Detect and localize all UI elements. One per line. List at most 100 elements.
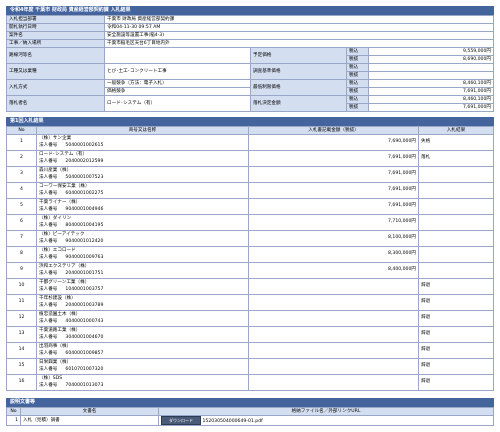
bidder-amount <box>248 374 419 391</box>
bidder-no: 2 <box>6 150 37 167</box>
bidder-no: 12 <box>6 310 37 327</box>
date-label: 開札執行日時 <box>6 23 105 32</box>
corp-number: 2040001003789 <box>65 302 104 308</box>
bidder-result: 辞退 <box>418 310 494 327</box>
bidder-row: 16 （株）SDS 法人番号 7040001013073 辞退 <box>6 374 494 391</box>
col-result-header: 入札結果 <box>418 126 494 135</box>
corp-label: 法人番号 <box>39 350 58 356</box>
bidder-corp-line: 法人番号 9040001009763 <box>39 255 246 262</box>
bidder-corp-line: 法人番号 9040001012420 <box>39 239 246 246</box>
yotei-label: 予定価格 <box>250 47 347 64</box>
case-info-table: 入札担当部署 千葉市 財政局 資産経営部契約課 開札執行日時 令和04-11-3… <box>6 15 494 112</box>
bidder-name-cell: （株）サン企業 法人番号 5040001002615 <box>36 134 249 151</box>
bidder-row: 11 千年杉建設（株） 法人番号 2040001003789 辞退 <box>6 294 494 311</box>
bidder-no: 16 <box>6 374 37 391</box>
bidder-amount <box>248 294 419 311</box>
method-value-2: 価格競争 <box>104 87 251 96</box>
bidder-name-cell: （株）エコロード 法人番号 9040001009763 <box>36 246 249 263</box>
survey-tax-in <box>368 63 494 72</box>
corp-number: 9040001004946 <box>65 206 104 212</box>
corp-label: 法人番号 <box>39 206 58 212</box>
doc-file-link[interactable]: 152030504000649-01.pdf <box>202 419 262 424</box>
bidder-result: 辞退 <box>418 278 494 295</box>
bidder-row: 6 （株）ダイリン 法人番号 8040001004195 7,710,000円 <box>6 214 494 231</box>
yotei-tax-ex: 8,690,000円 <box>368 55 494 64</box>
docs-table: No 文書名 格納ファイル名／外部リンクURL 1 入札（見積）調書 ダウンロー… <box>6 407 494 426</box>
corp-number: 2040001001751 <box>65 270 104 276</box>
docs-title: 説明文書等 <box>6 398 494 407</box>
bidder-result <box>418 198 494 215</box>
bidder-result: 辞退 <box>418 326 494 343</box>
corp-number: 9040001012420 <box>65 238 104 244</box>
bidder-corp-line: 法人番号 6040001002275 <box>39 191 246 198</box>
bidder-no: 1 <box>6 134 37 151</box>
bidder-name-cell: 森川産業（株） 法人番号 5040001007523 <box>36 166 249 183</box>
bidder-amount: 8,400,000円 <box>248 262 419 279</box>
bidder-corp-line: 法人番号 4040001000743 <box>39 319 246 326</box>
yotei-tax-in-label: 税込 <box>346 47 369 56</box>
bidder-name-cell: 出羽商事（株） 法人番号 6040001009857 <box>36 342 249 359</box>
bidder-row: 3 森川産業（株） 法人番号 5040001007523 7,691,000円 <box>6 166 494 183</box>
bidder-amount: 7,691,000円 <box>248 182 419 199</box>
corp-label: 法人番号 <box>39 238 58 244</box>
bidder-name-cell: ロード･システム（有） 法人番号 2040002012599 <box>36 150 249 167</box>
method-label: 入札方式 <box>6 79 105 96</box>
bidder-row: 7 （株）ピーアイテック 法人番号 9040001012420 8,100,000円 <box>6 230 494 247</box>
bidder-result: 失格 <box>418 134 494 151</box>
download-button[interactable]: ダウンロード <box>161 416 201 425</box>
bidder-corp-line: 法人番号 3040001004670 <box>39 335 246 342</box>
bidder-result: 辞退 <box>418 374 494 391</box>
corp-label: 法人番号 <box>39 270 58 276</box>
bidder-no: 4 <box>6 182 37 199</box>
doc-name: 入札（見積）調書 <box>20 415 159 426</box>
bidder-row: 10 千都グリーン工業（株） 法人番号 1040001003757 辞退 <box>6 278 494 295</box>
corp-number: 8040001004195 <box>65 222 104 228</box>
corp-label: 法人番号 <box>39 190 58 196</box>
bidder-name-cell: 千都グリーン工業（株） 法人番号 1040001003757 <box>36 278 249 295</box>
bidder-amount: 7,691,000円 <box>248 198 419 215</box>
corp-number: 9040001009763 <box>65 254 104 260</box>
date-value: 令和04-11-30 09:57 AM <box>104 23 494 32</box>
bidder-no: 3 <box>6 166 37 183</box>
bidder-corp-line: 法人番号 2040001003789 <box>39 303 246 310</box>
bidder-row: 13 千葉道路工業（株） 法人番号 3040001004670 辞退 <box>6 326 494 343</box>
bidder-row: 5 千葉ライナー（株） 法人番号 9040001004946 7,691,000円 <box>6 198 494 215</box>
decided-tax-ex: 7,691,000円 <box>368 103 494 112</box>
bidder-amount: 7,710,000円 <box>248 214 419 231</box>
bidder-no: 11 <box>6 294 37 311</box>
survey-tax-in-label: 税込 <box>346 63 369 72</box>
bidder-corp-line: 法人番号 2040002012599 <box>39 159 246 166</box>
method-value-1: 一般競争（方法：電子入札） <box>104 79 251 88</box>
bidder-result <box>418 214 494 231</box>
corp-number: 2040002012599 <box>65 158 104 164</box>
corp-number: 5040001002615 <box>65 142 104 148</box>
bidder-name-cell: 千葉道路工業（株） 法人番号 3040001004670 <box>36 326 249 343</box>
case-value: 安全施設等設置工事(稲4-3) <box>104 31 494 40</box>
page-title: 令和4年度 千葉市 財政局 資産経営部契約課 入札結果 <box>6 6 494 15</box>
type-label: 工種又は業種 <box>6 63 105 80</box>
bidder-no: 7 <box>6 230 37 247</box>
bidder-amount <box>248 358 419 375</box>
survey-label: 調査基準価格 <box>250 63 347 80</box>
bidder-no: 14 <box>6 342 37 359</box>
bidder-row: 12 植忠造園土木（株） 法人番号 4040001000743 辞退 <box>6 310 494 327</box>
corp-label: 法人番号 <box>39 254 58 260</box>
corp-label: 法人番号 <box>39 318 58 324</box>
corp-label: 法人番号 <box>39 158 58 164</box>
col-name-header: 商号又は名称 <box>36 126 249 135</box>
docs-col-file: 格納ファイル名／外部リンクURL <box>158 407 494 416</box>
yotei-tax-ex-label: 税抜 <box>346 55 369 64</box>
bidder-name-cell: コーワー保安工業（株） 法人番号 6040001002275 <box>36 182 249 199</box>
bidding-title: 第1回入札結果 <box>6 117 494 126</box>
docs-col-no: No <box>6 407 21 416</box>
bidder-amount <box>248 278 419 295</box>
bidder-amount <box>248 310 419 327</box>
bidder-no: 9 <box>6 262 37 279</box>
corp-label: 法人番号 <box>39 286 58 292</box>
doc-no: 1 <box>6 415 21 426</box>
bidder-amount: 8,300,000円 <box>248 246 419 263</box>
route-label: 路線河等名 <box>6 47 105 64</box>
bidder-result <box>418 182 494 199</box>
bidder-result: 辞退 <box>418 294 494 311</box>
